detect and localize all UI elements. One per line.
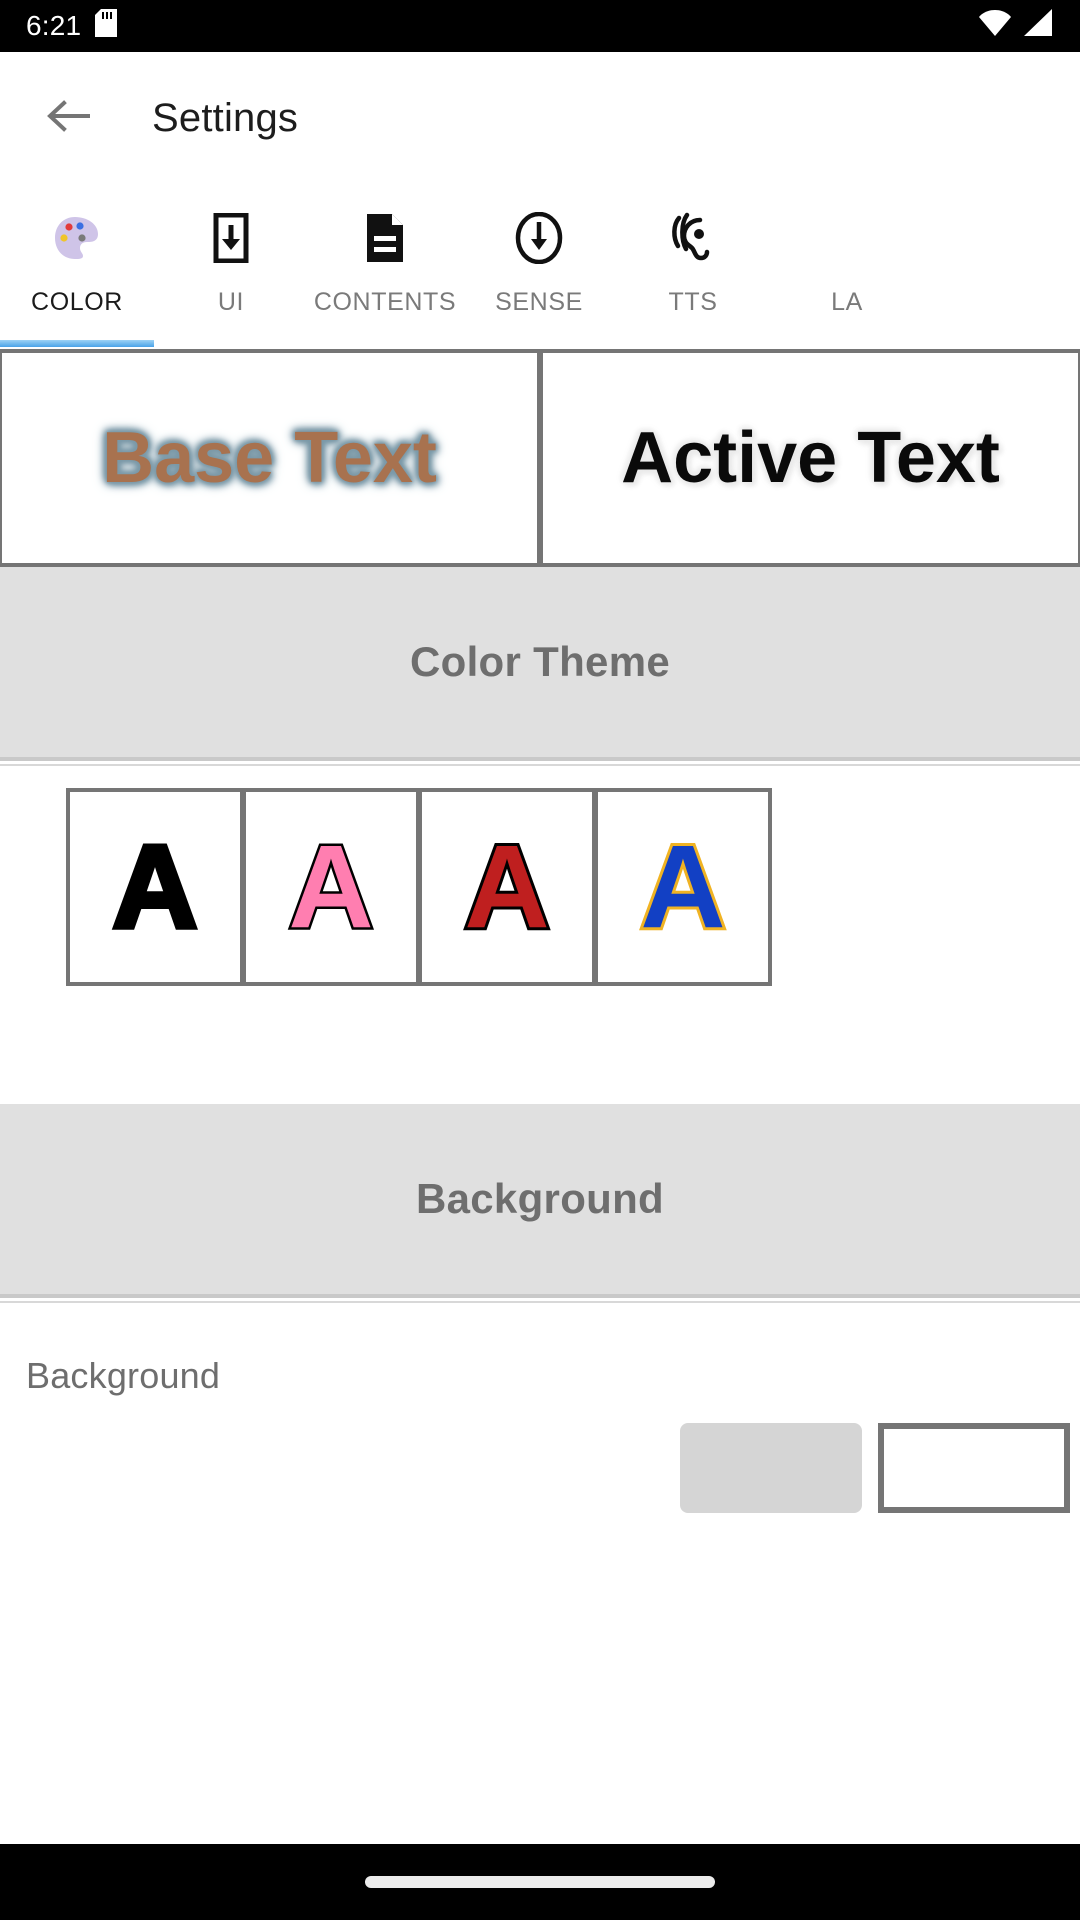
color-theme-divider (0, 757, 1080, 761)
back-button[interactable] (34, 82, 106, 154)
wifi-icon (978, 8, 1012, 45)
tab-tts[interactable]: TTS (616, 184, 770, 344)
tab-label-contents: CONTENTS (313, 288, 457, 316)
theme-swatch-letter: A (286, 821, 376, 953)
theme-swatch-letter: A (637, 821, 728, 953)
background-header: Background (0, 1104, 1080, 1294)
tab-color[interactable]: COLOR (0, 184, 154, 344)
palette-icon (53, 210, 101, 266)
tab-sense[interactable]: SENSE (462, 184, 616, 344)
document-icon (363, 210, 407, 266)
tab-contents[interactable]: CONTENTS (308, 184, 462, 344)
status-bar-left: 6:21 (26, 8, 118, 44)
theme-swatch-2[interactable]: A (246, 792, 416, 982)
settings-tab-bar[interactable]: COLOR UI CONTENTS SENSE TTS LA (0, 184, 1080, 349)
theme-swatch-letter: A (461, 821, 552, 953)
theme-swatch-strip: A A A A (66, 788, 772, 986)
status-time: 6:21 (26, 10, 82, 41)
arrow-back-icon (46, 96, 94, 141)
tab-label-language: LA (831, 288, 863, 316)
tab-ui[interactable]: UI (154, 184, 308, 344)
background-title: Background (415, 1175, 665, 1222)
phone-download-icon (209, 210, 253, 266)
background-row-label: Background (26, 1355, 221, 1396)
base-text-preview[interactable]: Base Text (2, 353, 537, 563)
tab-label-sense: SENSE (495, 288, 583, 316)
ear-sound-icon (668, 210, 718, 266)
base-text-label: Base Text (102, 418, 437, 498)
status-bar: 6:21 (0, 0, 1080, 52)
color-theme-title: Color Theme (410, 638, 670, 685)
theme-swatch-4[interactable]: A (598, 792, 768, 982)
app-bar: Settings (0, 52, 1080, 184)
status-bar-right (978, 8, 1054, 45)
system-nav-bar (0, 1844, 1080, 1920)
background-divider (0, 1294, 1080, 1298)
home-gesture-pill[interactable] (365, 1876, 715, 1888)
text-preview-row: Base Text Active Text (0, 349, 1080, 567)
color-theme-swatches: A A A A (0, 766, 1080, 986)
page-title: Settings (152, 95, 299, 140)
background-reset-button[interactable] (680, 1423, 862, 1513)
theme-swatch-letter: A (110, 821, 200, 953)
tab-label-ui: UI (217, 288, 245, 316)
theme-swatch-1[interactable]: A (70, 792, 240, 982)
sd-card-icon (95, 8, 118, 44)
tab-label-color: COLOR (31, 288, 123, 316)
circle-arrow-down-icon (514, 210, 564, 266)
tab-language[interactable]: LA (770, 184, 924, 344)
active-text-label: Active Text (621, 418, 1000, 498)
active-tab-indicator (0, 340, 154, 347)
active-text-preview[interactable]: Active Text (543, 353, 1078, 563)
theme-swatch-3[interactable]: A (422, 792, 592, 982)
background-color-swatch[interactable] (878, 1423, 1070, 1513)
background-controls (680, 1423, 1070, 1513)
color-theme-header: Color Theme (0, 567, 1080, 757)
tab-label-tts: TTS (668, 288, 718, 316)
background-setting-row: Background (0, 1303, 1080, 1513)
signal-icon (1022, 8, 1054, 45)
